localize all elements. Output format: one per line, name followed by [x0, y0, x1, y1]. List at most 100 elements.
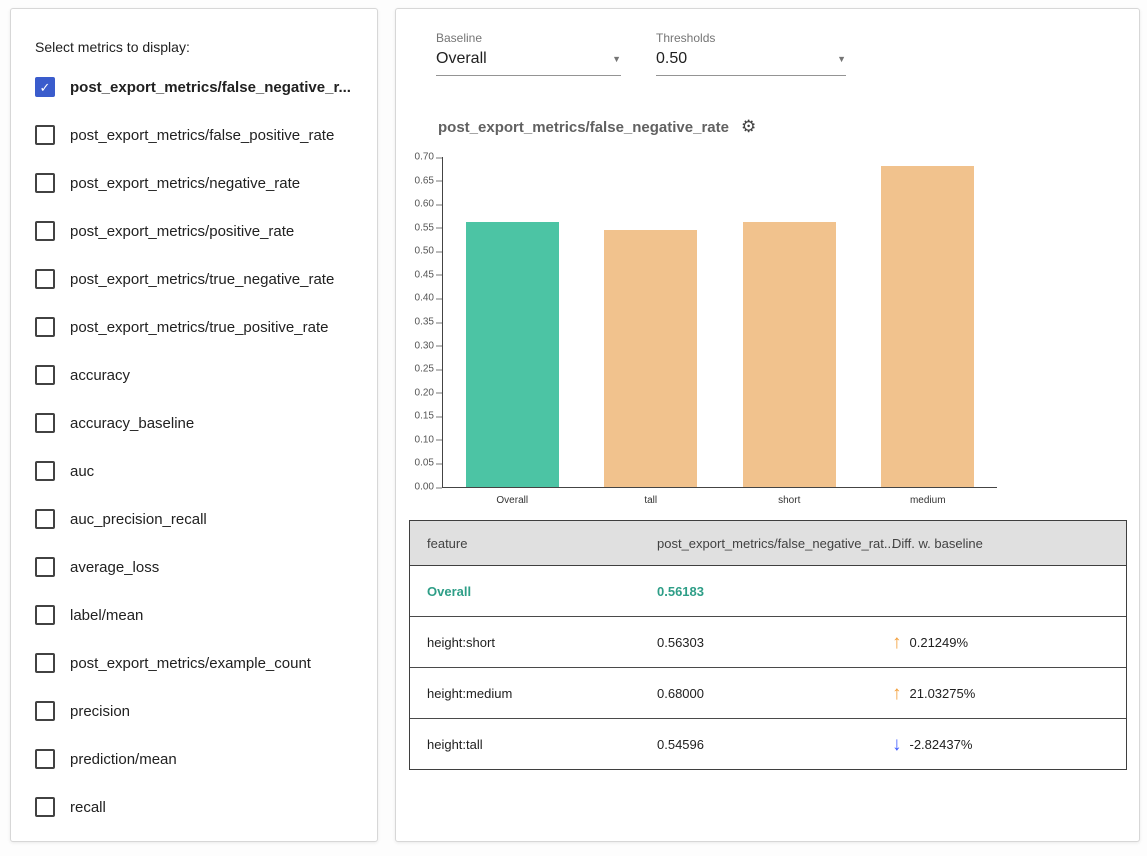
- cell-metric-value: 0.56183: [657, 584, 892, 599]
- diff-percentage: 0.21249%: [910, 635, 969, 650]
- y-axis-tick-label: 0.65: [415, 175, 434, 186]
- checkbox-unchecked-icon[interactable]: [35, 653, 55, 673]
- checkbox-unchecked-icon[interactable]: [35, 317, 55, 337]
- bar-chart: 0.000.050.100.150.200.250.300.350.400.45…: [406, 157, 997, 506]
- table-row-overall[interactable]: Overall0.56183: [410, 566, 1126, 617]
- column-header-diff-baseline: Diff. w. baseline: [892, 536, 1126, 551]
- cell-feature: height:medium: [410, 686, 657, 701]
- table-row-height-tall[interactable]: height:tall0.54596↓-2.82437%: [410, 719, 1126, 769]
- diff-percentage: -2.82437%: [910, 737, 973, 752]
- metric-checkbox-item[interactable]: recall: [35, 783, 357, 831]
- y-axis-tick-label: 0.60: [415, 199, 434, 210]
- x-axis-label: short: [720, 488, 859, 506]
- y-axis-tick-label: 0.40: [415, 293, 434, 304]
- metric-checkbox-item[interactable]: average_loss: [35, 543, 357, 591]
- bar-overall[interactable]: [466, 222, 559, 487]
- metric-checkbox-item[interactable]: post_export_metrics/false_positive_rate: [35, 111, 357, 159]
- checkbox-unchecked-icon[interactable]: [35, 605, 55, 625]
- panel-title: Select metrics to display:: [35, 39, 357, 55]
- metric-label: post_export_metrics/true_positive_rate: [70, 319, 328, 336]
- metrics-list: ✓ post_export_metrics/false_negative_r...…: [35, 63, 357, 831]
- metric-checkbox-item[interactable]: post_export_metrics/true_positive_rate: [35, 303, 357, 351]
- y-axis-tick-label: 0.35: [415, 317, 434, 328]
- baseline-dropdown[interactable]: Baseline Overall ▼: [436, 31, 621, 76]
- y-axis-tick-label: 0.15: [415, 411, 434, 422]
- thresholds-dropdown-label: Thresholds: [656, 31, 846, 45]
- chart-header: post_export_metrics/false_negative_rate …: [438, 117, 756, 137]
- y-axis-tick-label: 0.05: [415, 458, 434, 469]
- baseline-dropdown-value-row[interactable]: Overall ▼: [436, 50, 621, 76]
- table-body: Overall0.56183height:short0.56303↑0.2124…: [410, 566, 1126, 769]
- checkbox-checked-icon[interactable]: ✓: [35, 77, 55, 97]
- bar-slot: [443, 157, 582, 487]
- metric-label: prediction/mean: [70, 751, 177, 768]
- metric-label: post_export_metrics/true_negative_rate: [70, 271, 334, 288]
- checkbox-unchecked-icon[interactable]: [35, 221, 55, 241]
- thresholds-dropdown[interactable]: Thresholds 0.50 ▼: [656, 31, 846, 76]
- gear-icon[interactable]: ⚙: [741, 117, 756, 137]
- checkbox-unchecked-icon[interactable]: [35, 461, 55, 481]
- y-axis-tick-label: 0.25: [415, 364, 434, 375]
- metric-label: accuracy_baseline: [70, 415, 194, 432]
- y-axis-tick-label: 0.20: [415, 387, 434, 398]
- metric-checkbox-item[interactable]: post_export_metrics/example_count: [35, 639, 357, 687]
- metric-label: post_export_metrics/negative_rate: [70, 175, 300, 192]
- bar-tall[interactable]: [604, 230, 697, 487]
- x-axis-labels: Overalltallshortmedium: [443, 488, 997, 506]
- y-axis-tick-label: 0.70: [415, 152, 434, 163]
- x-axis-label: medium: [859, 488, 998, 506]
- thresholds-dropdown-value-row[interactable]: 0.50 ▼: [656, 50, 846, 76]
- metric-checkbox-item[interactable]: post_export_metrics/positive_rate: [35, 207, 357, 255]
- checkbox-unchecked-icon[interactable]: [35, 365, 55, 385]
- column-header-feature: feature: [410, 536, 657, 551]
- metric-checkbox-item[interactable]: precision: [35, 687, 357, 735]
- up-arrow-icon: ↑: [892, 633, 902, 652]
- table-row-height-medium[interactable]: height:medium0.68000↑21.03275%: [410, 668, 1126, 719]
- metrics-display-panel: Baseline Overall ▼ Thresholds 0.50 ▼ pos…: [395, 8, 1140, 842]
- checkbox-unchecked-icon[interactable]: [35, 509, 55, 529]
- metric-checkbox-item[interactable]: ✓ post_export_metrics/false_negative_r...: [35, 63, 357, 111]
- metric-checkbox-item[interactable]: post_export_metrics/true_negative_rate: [35, 255, 357, 303]
- bar-short[interactable]: [743, 222, 836, 487]
- metric-label: average_loss: [70, 559, 159, 576]
- metric-checkbox-item[interactable]: post_export_metrics/negative_rate: [35, 159, 357, 207]
- metric-label: auc: [70, 463, 94, 480]
- cell-metric-value: 0.54596: [657, 737, 892, 752]
- checkbox-unchecked-icon[interactable]: [35, 701, 55, 721]
- diff-percentage: 21.03275%: [910, 686, 976, 701]
- chevron-down-icon: ▼: [612, 54, 621, 64]
- chart-title: post_export_metrics/false_negative_rate: [438, 119, 729, 136]
- metric-checkbox-item[interactable]: auc_precision_recall: [35, 495, 357, 543]
- metric-checkbox-item[interactable]: accuracy: [35, 351, 357, 399]
- checkbox-unchecked-icon[interactable]: [35, 557, 55, 577]
- controls-row: Baseline Overall ▼ Thresholds 0.50 ▼: [436, 31, 846, 76]
- baseline-dropdown-label: Baseline: [436, 31, 621, 45]
- checkbox-unchecked-icon[interactable]: [35, 269, 55, 289]
- x-axis-label: Overall: [443, 488, 582, 506]
- cell-feature: height:short: [410, 635, 657, 650]
- checkbox-unchecked-icon[interactable]: [35, 173, 55, 193]
- table-row-height-short[interactable]: height:short0.56303↑0.21249%: [410, 617, 1126, 668]
- cell-feature: height:tall: [410, 737, 657, 752]
- checkbox-unchecked-icon[interactable]: [35, 749, 55, 769]
- metric-label: accuracy: [70, 367, 130, 384]
- bar-medium[interactable]: [881, 166, 974, 487]
- checkbox-unchecked-icon[interactable]: [35, 413, 55, 433]
- metric-checkbox-item[interactable]: prediction/mean: [35, 735, 357, 783]
- cell-diff-baseline: ↑21.03275%: [892, 684, 1126, 703]
- cell-feature: Overall: [410, 584, 657, 599]
- metrics-selection-panel: Select metrics to display: ✓ post_export_…: [10, 8, 378, 842]
- metric-label: post_export_metrics/false_negative_r...: [70, 79, 351, 96]
- y-axis-tick-label: 0.30: [415, 340, 434, 351]
- y-axis-tick-label: 0.10: [415, 434, 434, 445]
- metric-checkbox-item[interactable]: label/mean: [35, 591, 357, 639]
- metric-checkbox-item[interactable]: auc: [35, 447, 357, 495]
- metric-label: precision: [70, 703, 130, 720]
- checkbox-unchecked-icon[interactable]: [35, 797, 55, 817]
- thresholds-selected-value: 0.50: [656, 50, 687, 68]
- table-header-row: feature post_export_metrics/false_negati…: [410, 521, 1126, 566]
- checkbox-unchecked-icon[interactable]: [35, 125, 55, 145]
- metric-label: label/mean: [70, 607, 143, 624]
- x-axis-label: tall: [582, 488, 721, 506]
- metric-checkbox-item[interactable]: accuracy_baseline: [35, 399, 357, 447]
